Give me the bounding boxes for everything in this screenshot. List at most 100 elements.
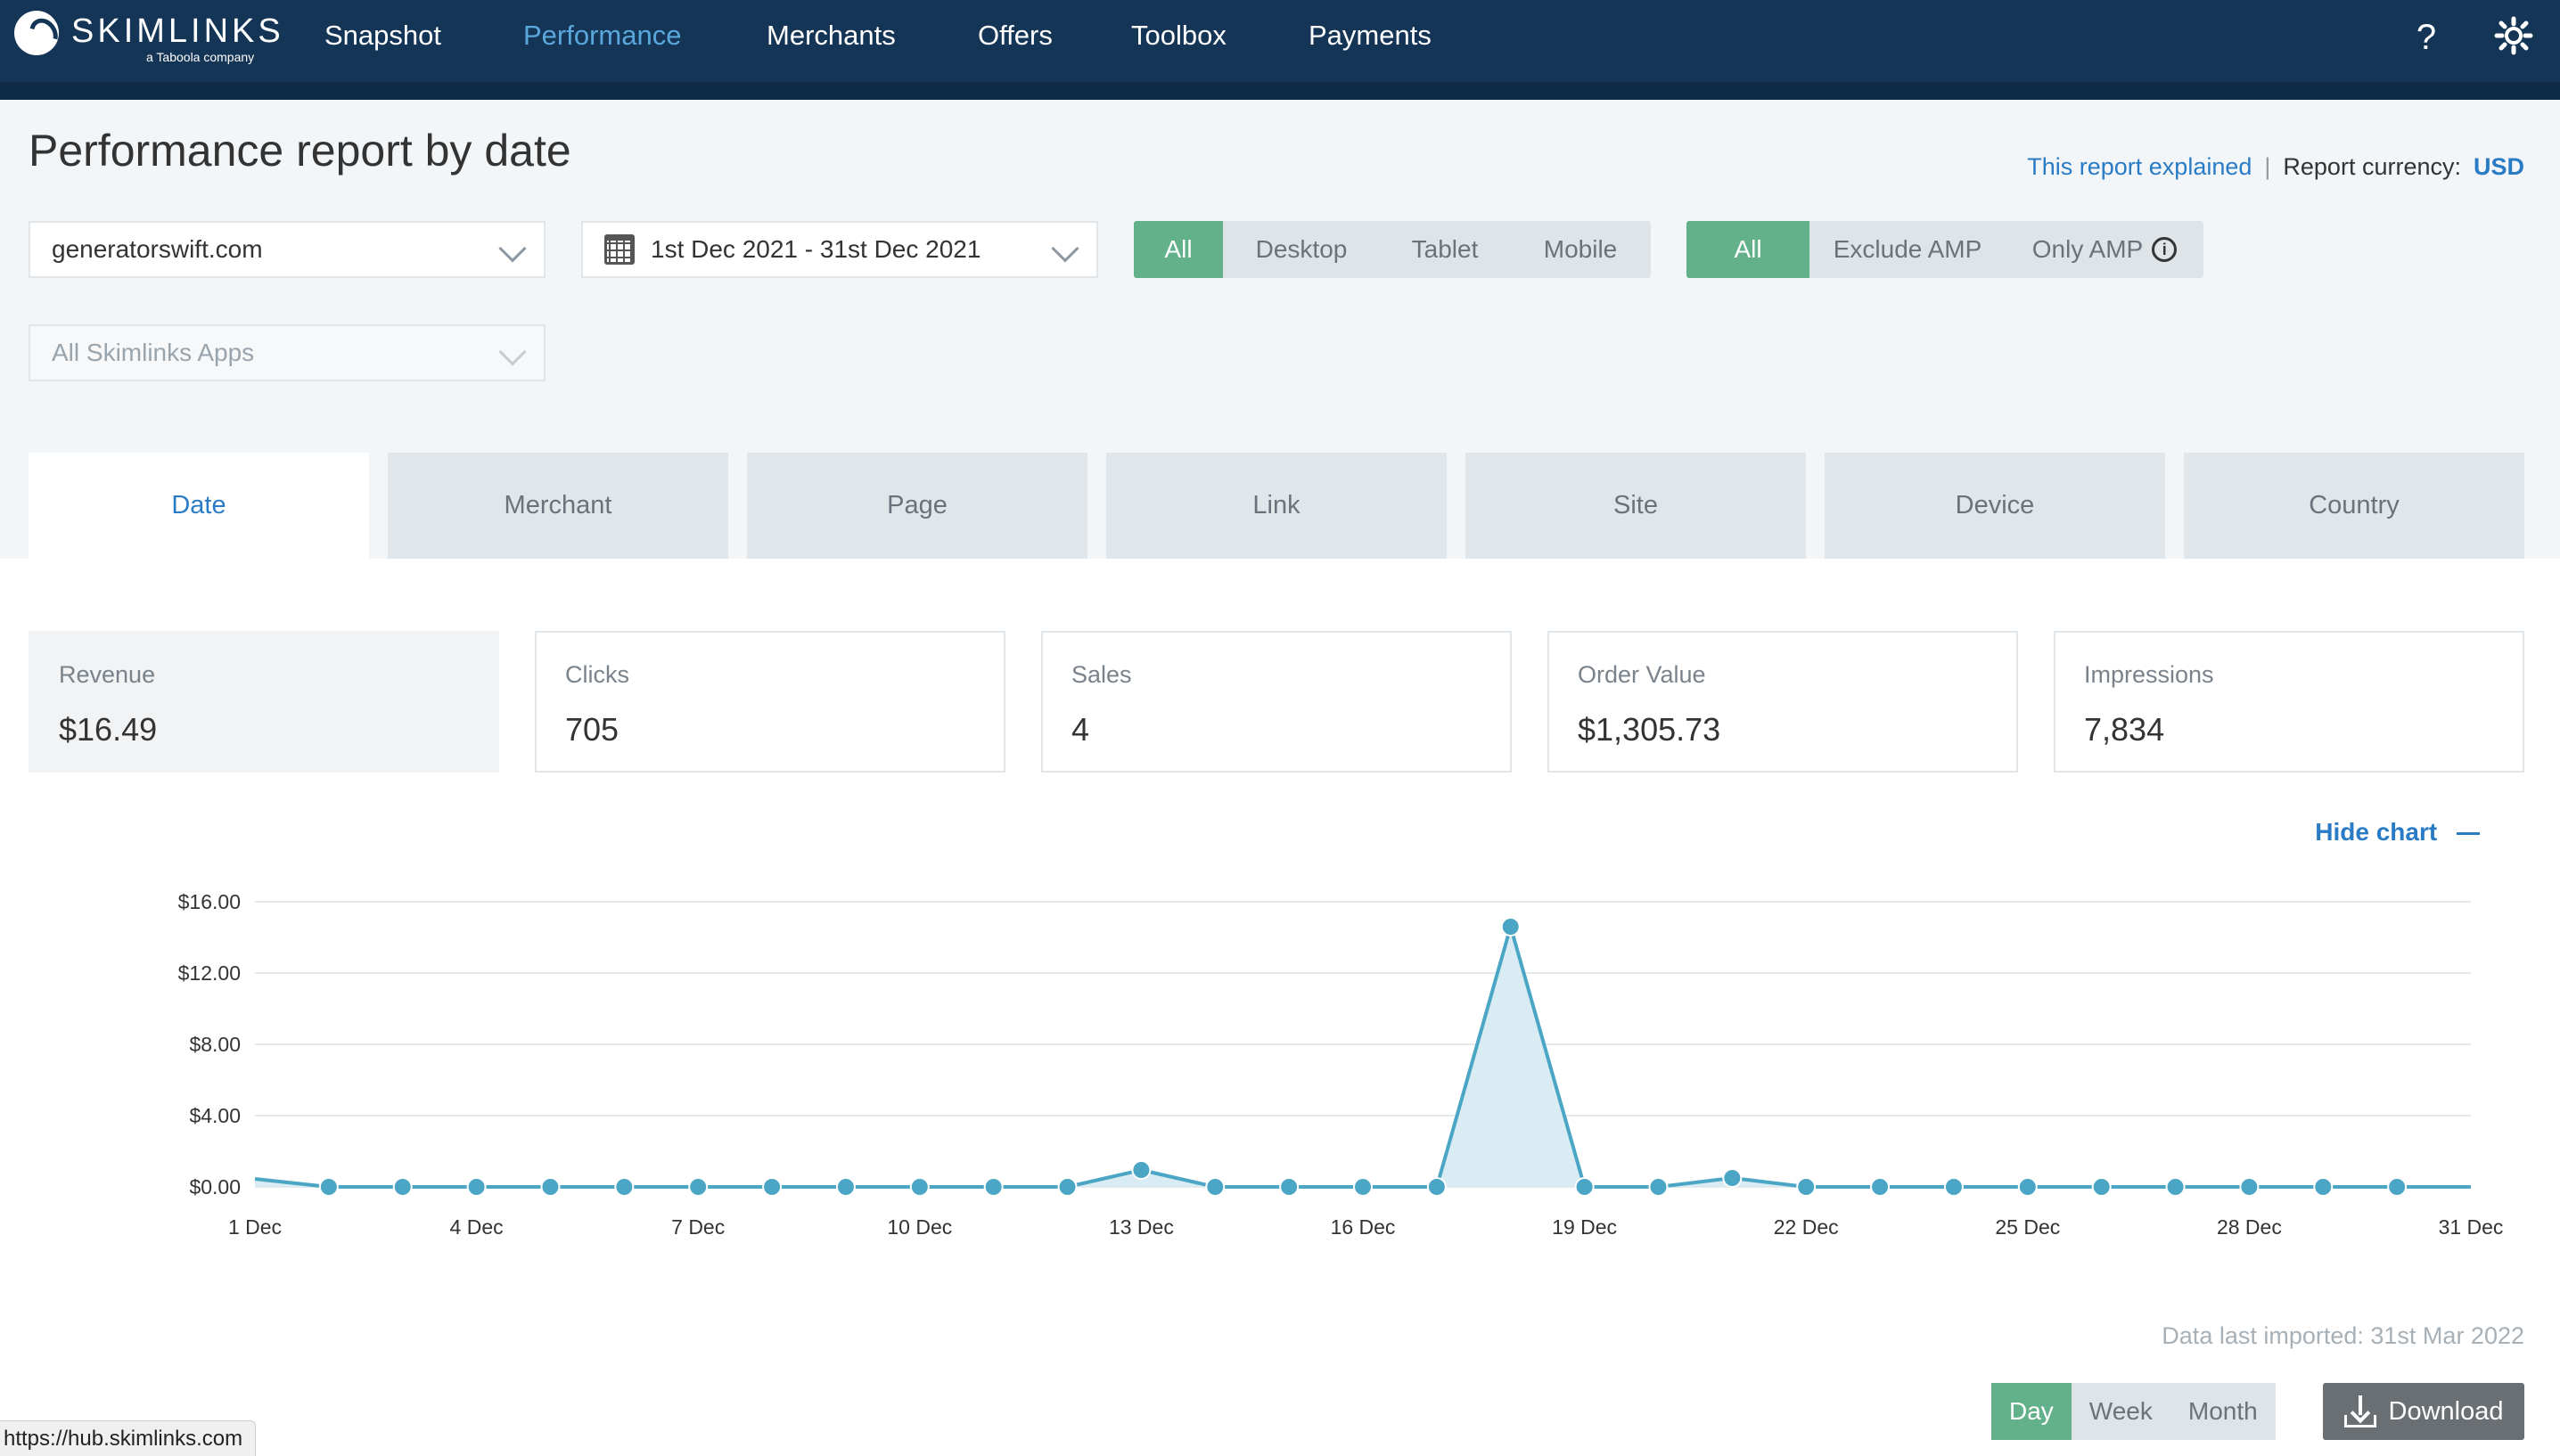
amp-only-button[interactable]: Only AMP i: [2006, 221, 2203, 278]
nav-performance[interactable]: Performance: [523, 20, 681, 52]
tab-link[interactable]: Link: [1106, 453, 1447, 559]
data-point: [1279, 1177, 1300, 1197]
nav-snapshot[interactable]: Snapshot: [324, 20, 441, 52]
data-point: [909, 1177, 930, 1197]
data-point: [2165, 1177, 2186, 1197]
metric-card-revenue[interactable]: Revenue $16.49: [29, 631, 499, 773]
nav-bottom-strip: [0, 82, 2560, 100]
revenue-chart: $0.00 $4.00 $8.00 $12.00 $16.00 1 Dec 4 Dec 7 D…: [178, 890, 2504, 1239]
tab-country[interactable]: Country: [2184, 453, 2524, 559]
date-range-select[interactable]: 1st Dec 2021 - 31st Dec 2021: [581, 221, 1098, 278]
data-point: [2387, 1177, 2408, 1197]
settings-gear-icon[interactable]: [2492, 16, 2535, 59]
minus-icon: [2457, 832, 2480, 836]
device-all-button[interactable]: All: [1134, 221, 1223, 278]
period-toggle: Day Week Month: [1991, 1383, 2276, 1440]
data-point: [2313, 1177, 2334, 1197]
nav-toolbox[interactable]: Toolbox: [1131, 20, 1227, 52]
status-bar-url: https://hub.skimlinks.com: [0, 1420, 257, 1456]
device-desktop-button[interactable]: Desktop: [1223, 221, 1380, 278]
x-tick-label: 28 Dec: [2217, 1215, 2282, 1239]
currency-label: Report currency:: [2283, 153, 2461, 180]
data-point: [835, 1177, 856, 1197]
data-point: [1943, 1177, 1964, 1197]
tab-page[interactable]: Page: [747, 453, 1087, 559]
data-point: [688, 1177, 709, 1197]
report-links: This report explained | Report currency:…: [2027, 153, 2524, 181]
y-tick-label: $0.00: [189, 1175, 241, 1198]
metric-value: 4: [1071, 711, 1090, 748]
metric-label: Impressions: [2084, 661, 2214, 688]
x-tick-label: 16 Dec: [1331, 1215, 1396, 1239]
chevron-down-icon: [1051, 234, 1079, 263]
period-month-button[interactable]: Month: [2170, 1383, 2276, 1440]
x-tick-label: 19 Dec: [1552, 1215, 1617, 1239]
data-point: [466, 1177, 487, 1197]
x-tick-label: 22 Dec: [1774, 1215, 1839, 1239]
nav-offers[interactable]: Offers: [978, 20, 1053, 52]
download-button[interactable]: Download: [2323, 1383, 2524, 1440]
nav-merchants[interactable]: Merchants: [767, 20, 896, 52]
data-point: [2091, 1177, 2112, 1197]
device-filter: All Desktop Tablet Mobile: [1134, 221, 1651, 278]
y-tick-label: $8.00: [189, 1033, 241, 1056]
data-point: [392, 1177, 413, 1197]
data-point: [1796, 1177, 1817, 1197]
device-mobile-button[interactable]: Mobile: [1510, 221, 1651, 278]
x-tick-label: 25 Dec: [1995, 1215, 2060, 1239]
tab-date[interactable]: Date: [29, 453, 369, 559]
data-point: [2239, 1177, 2260, 1197]
date-range-value: 1st Dec 2021 - 31st Dec 2021: [651, 235, 981, 263]
period-week-button[interactable]: Week: [2072, 1383, 2170, 1440]
download-label: Download: [2388, 1396, 2504, 1426]
metric-value: $16.49: [59, 711, 158, 748]
info-icon[interactable]: i: [2152, 237, 2178, 262]
skimlinks-logo[interactable]: SKIMLINKS a Taboola company: [14, 9, 281, 68]
top-nav-bar: SKIMLINKS a Taboola company Snapshot Per…: [0, 0, 2560, 82]
calendar-icon: [604, 234, 635, 265]
y-tick-label: $4.00: [189, 1104, 241, 1127]
hide-chart-button[interactable]: Hide chart: [2315, 818, 2480, 847]
page-title: Performance report by date: [29, 126, 571, 176]
data-point: [1574, 1177, 1595, 1197]
data-point: [1131, 1160, 1152, 1180]
amp-exclude-button[interactable]: Exclude AMP: [1809, 221, 2006, 278]
apps-select-value: All Skimlinks Apps: [52, 339, 255, 366]
amp-all-button[interactable]: All: [1686, 221, 1809, 278]
device-tablet-button[interactable]: Tablet: [1380, 221, 1510, 278]
data-point: [983, 1177, 1004, 1197]
help-question-icon[interactable]: ?: [2405, 16, 2448, 59]
metric-value: 7,834: [2084, 711, 2165, 748]
data-point: [318, 1177, 339, 1197]
download-icon: [2343, 1395, 2376, 1427]
metric-card-clicks[interactable]: Clicks 705: [535, 631, 1005, 773]
period-day-button[interactable]: Day: [1991, 1383, 2072, 1440]
nav-payments[interactable]: Payments: [1309, 20, 1432, 52]
metric-card-sales[interactable]: Sales 4: [1041, 631, 1512, 773]
tab-device[interactable]: Device: [1825, 453, 2165, 559]
x-tick-label: 31 Dec: [2439, 1215, 2504, 1239]
metric-value: 705: [565, 711, 619, 748]
chevron-down-icon: [498, 338, 527, 366]
data-point: [762, 1177, 783, 1197]
tab-site[interactable]: Site: [1465, 453, 1806, 559]
data-point: [1426, 1177, 1447, 1197]
metric-card-order-value[interactable]: Order Value $1,305.73: [1547, 631, 2018, 773]
metric-label: Clicks: [565, 661, 629, 688]
chevron-down-icon: [498, 234, 527, 263]
separator: |: [2264, 153, 2271, 180]
logo-subtitle: a Taboola company: [146, 50, 255, 64]
report-explained-link[interactable]: This report explained: [2027, 153, 2252, 181]
data-point: [1500, 917, 1521, 937]
area-fill: [255, 927, 2471, 1187]
currency-value[interactable]: USD: [2474, 153, 2524, 181]
data-point: [540, 1177, 561, 1197]
metric-label: Sales: [1071, 661, 1132, 688]
tab-merchant[interactable]: Merchant: [388, 453, 728, 559]
apps-select[interactable]: All Skimlinks Apps: [29, 324, 546, 381]
metric-card-impressions[interactable]: Impressions 7,834: [2054, 631, 2524, 773]
metric-label: Order Value: [1578, 661, 1706, 688]
metric-label: Revenue: [59, 661, 156, 688]
site-select[interactable]: generatorswift.com: [29, 221, 546, 278]
series-line: [254, 925, 2471, 1189]
